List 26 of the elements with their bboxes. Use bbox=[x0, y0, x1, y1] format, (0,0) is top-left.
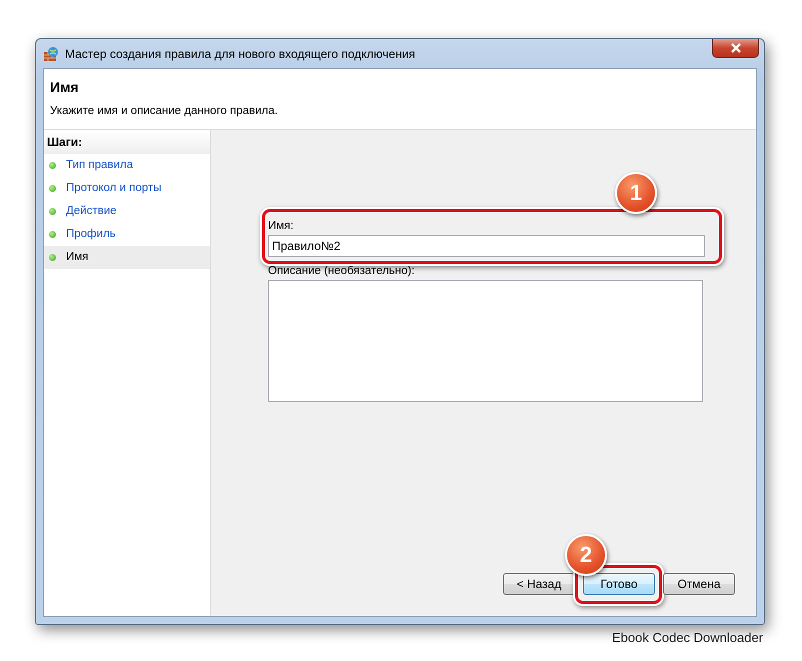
page-title: Имя bbox=[50, 79, 80, 95]
description-field[interactable] bbox=[268, 280, 703, 402]
wizard-button[interactable]: Готово bbox=[583, 573, 655, 595]
status-dot-icon bbox=[49, 162, 56, 169]
window-title: Мастер создания правила для нового входящего подключения bbox=[65, 46, 416, 60]
callout-badge: 1 bbox=[615, 172, 657, 214]
background-window-text: Ebook Codec Downloader bbox=[612, 630, 764, 645]
callout-badge: 2 bbox=[565, 534, 607, 576]
step-item[interactable]: Профиль bbox=[44, 223, 210, 246]
status-dot-icon bbox=[49, 208, 56, 215]
status-dot-icon bbox=[49, 185, 56, 192]
status-dot-icon bbox=[49, 231, 56, 238]
step-item[interactable]: Имя bbox=[44, 246, 210, 269]
close-icon bbox=[730, 43, 742, 53]
wizard-button[interactable]: Отмена bbox=[663, 573, 735, 595]
firewall-icon bbox=[43, 46, 59, 62]
step-item[interactable]: Действие bbox=[44, 200, 210, 223]
description-label: Описание (необязательно): bbox=[268, 265, 416, 279]
step-item[interactable]: Тип правила bbox=[44, 154, 210, 177]
close-button[interactable] bbox=[712, 39, 759, 58]
step-item[interactable]: Протокол и порты bbox=[44, 177, 210, 200]
status-dot-icon bbox=[49, 254, 56, 261]
wizard-button[interactable]: < Назад bbox=[503, 573, 575, 595]
name-label: Имя: bbox=[268, 220, 295, 234]
name-field[interactable]: Правило№2 bbox=[268, 235, 705, 257]
page-description: Укажите имя и описание данного правила. bbox=[50, 105, 279, 117]
